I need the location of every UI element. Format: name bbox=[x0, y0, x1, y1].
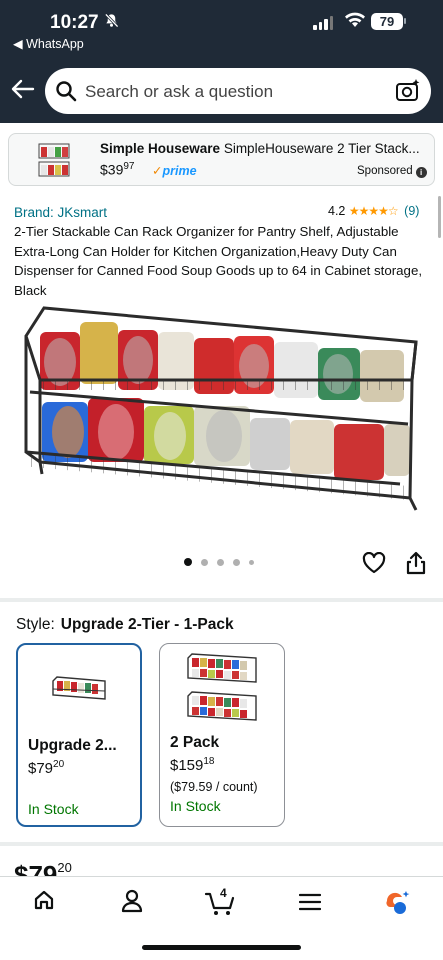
style-selector-label: Style: Upgrade 2-Tier - 1-Pack bbox=[16, 616, 234, 634]
rating-count: (9) bbox=[404, 204, 420, 218]
style-label: Style: bbox=[16, 616, 55, 633]
sponsored-text: Sponsored bbox=[357, 165, 413, 177]
silent-bell-icon bbox=[104, 13, 119, 32]
star-rating-icon: ★★★★☆ bbox=[348, 204, 399, 218]
style-option-price: $15918 bbox=[170, 756, 215, 774]
section-divider bbox=[0, 842, 443, 846]
price-fraction: 20 bbox=[53, 759, 65, 770]
back-to-whatsapp-link[interactable]: ◀ WhatsApp bbox=[13, 36, 84, 51]
price-whole: $159 bbox=[170, 757, 204, 774]
product-image[interactable] bbox=[20, 302, 422, 522]
prime-badge: ✓prime bbox=[152, 163, 197, 178]
pager-dot[interactable] bbox=[249, 559, 254, 565]
style-option-image bbox=[52, 676, 106, 700]
ad-title[interactable]: Simple Houseware SimpleHouseware 2 Tier … bbox=[100, 141, 420, 156]
style-option-2-pack[interactable]: 2 Pack $15918 ($79.59 / count) In Stock bbox=[159, 643, 285, 827]
ad-price-fraction: 97 bbox=[123, 161, 135, 172]
status-time: 10:27 bbox=[50, 12, 99, 33]
rufus-icon[interactable] bbox=[383, 889, 411, 922]
account-icon[interactable] bbox=[121, 889, 143, 918]
style-option-image bbox=[187, 653, 257, 721]
style-option-name: 2 Pack bbox=[170, 734, 220, 751]
ad-product-image bbox=[38, 143, 70, 177]
cart-count-badge: 4 bbox=[220, 886, 227, 900]
sponsored-ad-banner[interactable]: Simple Houseware SimpleHouseware 2 Tier … bbox=[8, 133, 435, 186]
scrollbar[interactable] bbox=[438, 196, 441, 238]
battery-tip bbox=[404, 18, 406, 24]
stock-status: In Stock bbox=[170, 798, 221, 814]
pager-dot[interactable] bbox=[217, 558, 224, 566]
search-icon bbox=[55, 80, 77, 107]
style-selected-value: Upgrade 2-Tier - 1-Pack bbox=[60, 616, 234, 633]
price-fraction: 18 bbox=[203, 756, 215, 767]
back-arrow-icon[interactable] bbox=[11, 79, 35, 104]
unit-price: ($79.59 / count) bbox=[170, 780, 258, 794]
heart-icon[interactable] bbox=[362, 551, 386, 579]
home-icon[interactable] bbox=[33, 889, 55, 916]
cellular-signal-icon bbox=[313, 14, 333, 30]
style-option-price: $7920 bbox=[28, 759, 64, 777]
stock-status: In Stock bbox=[28, 801, 79, 817]
share-icon[interactable] bbox=[405, 551, 427, 580]
menu-icon[interactable] bbox=[298, 893, 322, 916]
camera-search-icon[interactable] bbox=[395, 78, 421, 109]
sponsored-label[interactable]: Sponsored i bbox=[357, 165, 427, 178]
ad-title-text: SimpleHouseware 2 Tier Stack... bbox=[223, 141, 420, 156]
price-fraction: 20 bbox=[57, 860, 72, 875]
prime-label: prime bbox=[162, 164, 197, 178]
app-header: 10:27 ◀ WhatsApp 79 Search or ask a ques… bbox=[0, 0, 443, 123]
info-icon: i bbox=[415, 167, 427, 178]
rating-summary[interactable]: 4.2 ★★★★☆ (9) bbox=[328, 204, 419, 218]
rating-value: 4.2 bbox=[328, 204, 346, 218]
style-option-upgrade-2-tier[interactable]: Upgrade 2... $7920 In Stock bbox=[16, 643, 142, 827]
ad-price-whole: $39 bbox=[100, 161, 124, 178]
prime-check-icon: ✓ bbox=[152, 164, 163, 178]
ad-price: $3997 bbox=[100, 161, 134, 178]
style-option-name: Upgrade 2... bbox=[28, 737, 117, 754]
search-input[interactable]: Search or ask a question bbox=[85, 82, 273, 102]
pager-dot[interactable] bbox=[201, 558, 208, 566]
pager-dot-active[interactable] bbox=[184, 558, 192, 566]
wifi-icon bbox=[344, 11, 366, 33]
ad-brand: Simple Houseware bbox=[100, 141, 221, 156]
product-title: 2-Tier Stackable Can Rack Organizer for … bbox=[14, 224, 423, 298]
pager-dot[interactable] bbox=[233, 558, 240, 566]
section-divider bbox=[0, 598, 443, 602]
search-bar[interactable]: Search or ask a question bbox=[45, 68, 431, 114]
home-indicator[interactable] bbox=[142, 945, 301, 950]
brand-link[interactable]: Brand: JKsmart bbox=[14, 205, 107, 220]
price-whole: $79 bbox=[28, 760, 54, 777]
image-pager-dots[interactable] bbox=[184, 558, 254, 566]
battery-indicator: 79 bbox=[371, 13, 403, 30]
